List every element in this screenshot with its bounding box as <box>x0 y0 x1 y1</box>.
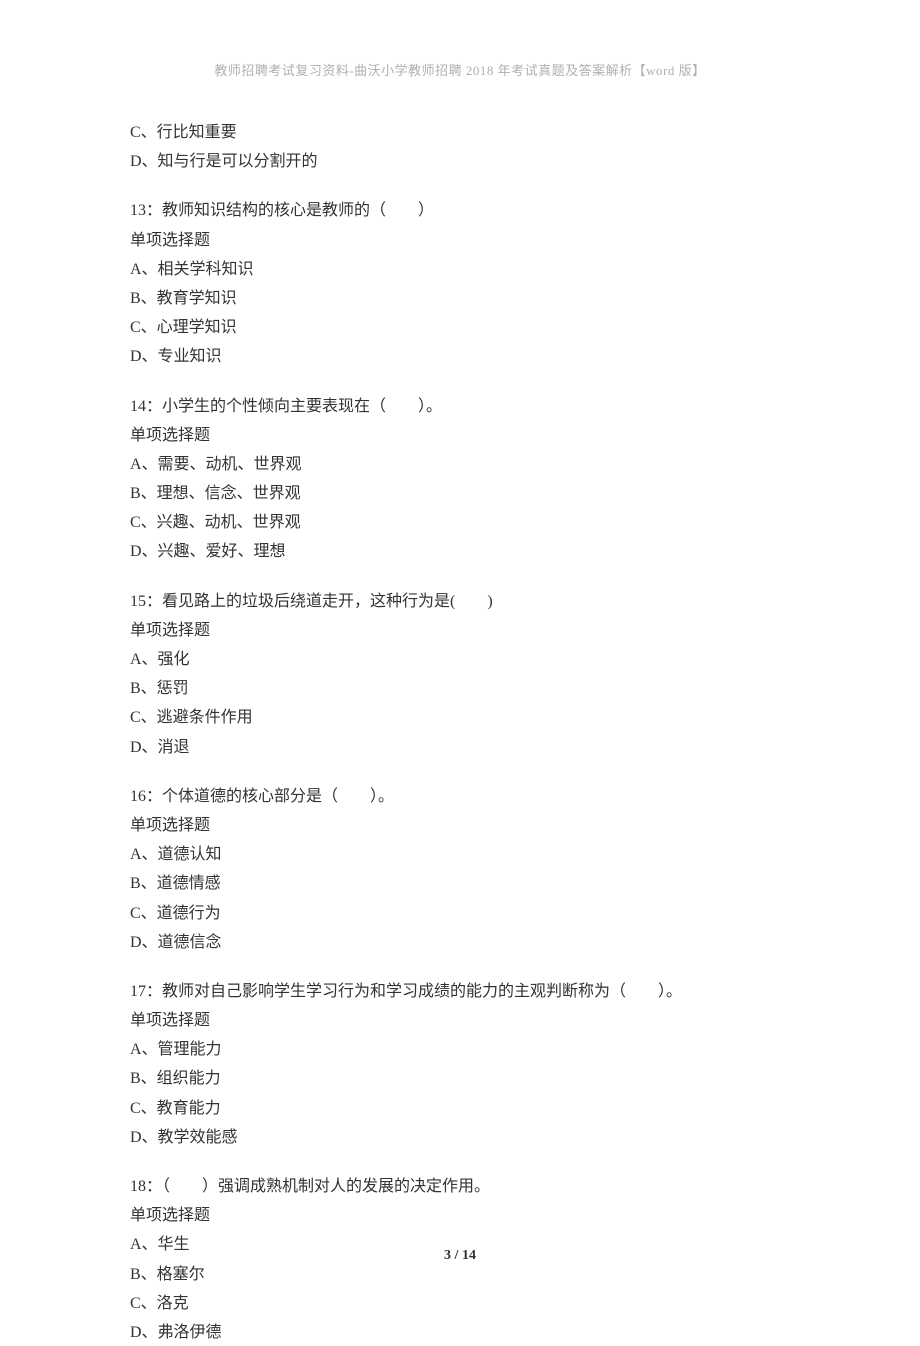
option-c: C、行比知重要 <box>130 119 790 146</box>
page-sep: / <box>451 1248 462 1263</box>
option-b: B、道德情感 <box>130 870 790 897</box>
option-d: D、知与行是可以分割开的 <box>130 148 790 175</box>
option-b: B、教育学知识 <box>130 285 790 312</box>
question-stem: 15：看见路上的垃圾后绕道走开，这种行为是( ) <box>130 588 790 615</box>
option-c: C、心理学知识 <box>130 314 790 341</box>
option-b: B、惩罚 <box>130 675 790 702</box>
option-a: A、管理能力 <box>130 1036 790 1063</box>
page-current: 3 <box>444 1248 451 1263</box>
question-type: 单项选择题 <box>130 227 790 254</box>
question-type: 单项选择题 <box>130 617 790 644</box>
document-body: C、行比知重要 D、知与行是可以分割开的 13：教师知识结构的核心是教师的（ ）… <box>0 79 920 1346</box>
option-c: C、道德行为 <box>130 900 790 927</box>
question-stem: 16：个体道德的核心部分是（ ）。 <box>130 783 790 810</box>
question-13: 13：教师知识结构的核心是教师的（ ） 单项选择题 A、相关学科知识 B、教育学… <box>130 197 790 370</box>
option-d: D、兴趣、爱好、理想 <box>130 538 790 565</box>
question-17: 17：教师对自己影响学生学习行为和学习成绩的能力的主观判断称为（ ）。 单项选择… <box>130 978 790 1151</box>
question-14: 14：小学生的个性倾向主要表现在（ ）。 单项选择题 A、需要、动机、世界观 B… <box>130 393 790 566</box>
option-a: A、道德认知 <box>130 841 790 868</box>
option-c: C、逃避条件作用 <box>130 704 790 731</box>
option-d: D、消退 <box>130 734 790 761</box>
option-d: D、教学效能感 <box>130 1124 790 1151</box>
option-d: D、专业知识 <box>130 343 790 370</box>
page-total: 14 <box>462 1248 476 1263</box>
question-12-tail: C、行比知重要 D、知与行是可以分割开的 <box>130 119 790 175</box>
question-type: 单项选择题 <box>130 422 790 449</box>
option-c: C、兴趣、动机、世界观 <box>130 509 790 536</box>
question-type: 单项选择题 <box>130 812 790 839</box>
option-a: A、强化 <box>130 646 790 673</box>
page-header: 教师招聘考试复习资料-曲沃小学教师招聘 2018 年考试真题及答案解析【word… <box>0 0 920 79</box>
option-d: D、道德信念 <box>130 929 790 956</box>
question-stem: 14：小学生的个性倾向主要表现在（ ）。 <box>130 393 790 420</box>
option-b: B、理想、信念、世界观 <box>130 480 790 507</box>
page-footer: 3 / 14 <box>0 1248 920 1264</box>
question-type: 单项选择题 <box>130 1202 790 1229</box>
question-stem: 13：教师知识结构的核心是教师的（ ） <box>130 197 790 224</box>
option-c: C、洛克 <box>130 1290 790 1317</box>
option-c: C、教育能力 <box>130 1095 790 1122</box>
option-b: B、格塞尔 <box>130 1261 790 1288</box>
question-16: 16：个体道德的核心部分是（ ）。 单项选择题 A、道德认知 B、道德情感 C、… <box>130 783 790 956</box>
question-type: 单项选择题 <box>130 1007 790 1034</box>
question-15: 15：看见路上的垃圾后绕道走开，这种行为是( ) 单项选择题 A、强化 B、惩罚… <box>130 588 790 761</box>
option-a: A、需要、动机、世界观 <box>130 451 790 478</box>
question-stem: 17：教师对自己影响学生学习行为和学习成绩的能力的主观判断称为（ ）。 <box>130 978 790 1005</box>
option-a: A、相关学科知识 <box>130 256 790 283</box>
option-d: D、弗洛伊德 <box>130 1319 790 1346</box>
option-b: B、组织能力 <box>130 1065 790 1092</box>
question-stem: 18：（ ）强调成熟机制对人的发展的决定作用。 <box>130 1173 790 1200</box>
